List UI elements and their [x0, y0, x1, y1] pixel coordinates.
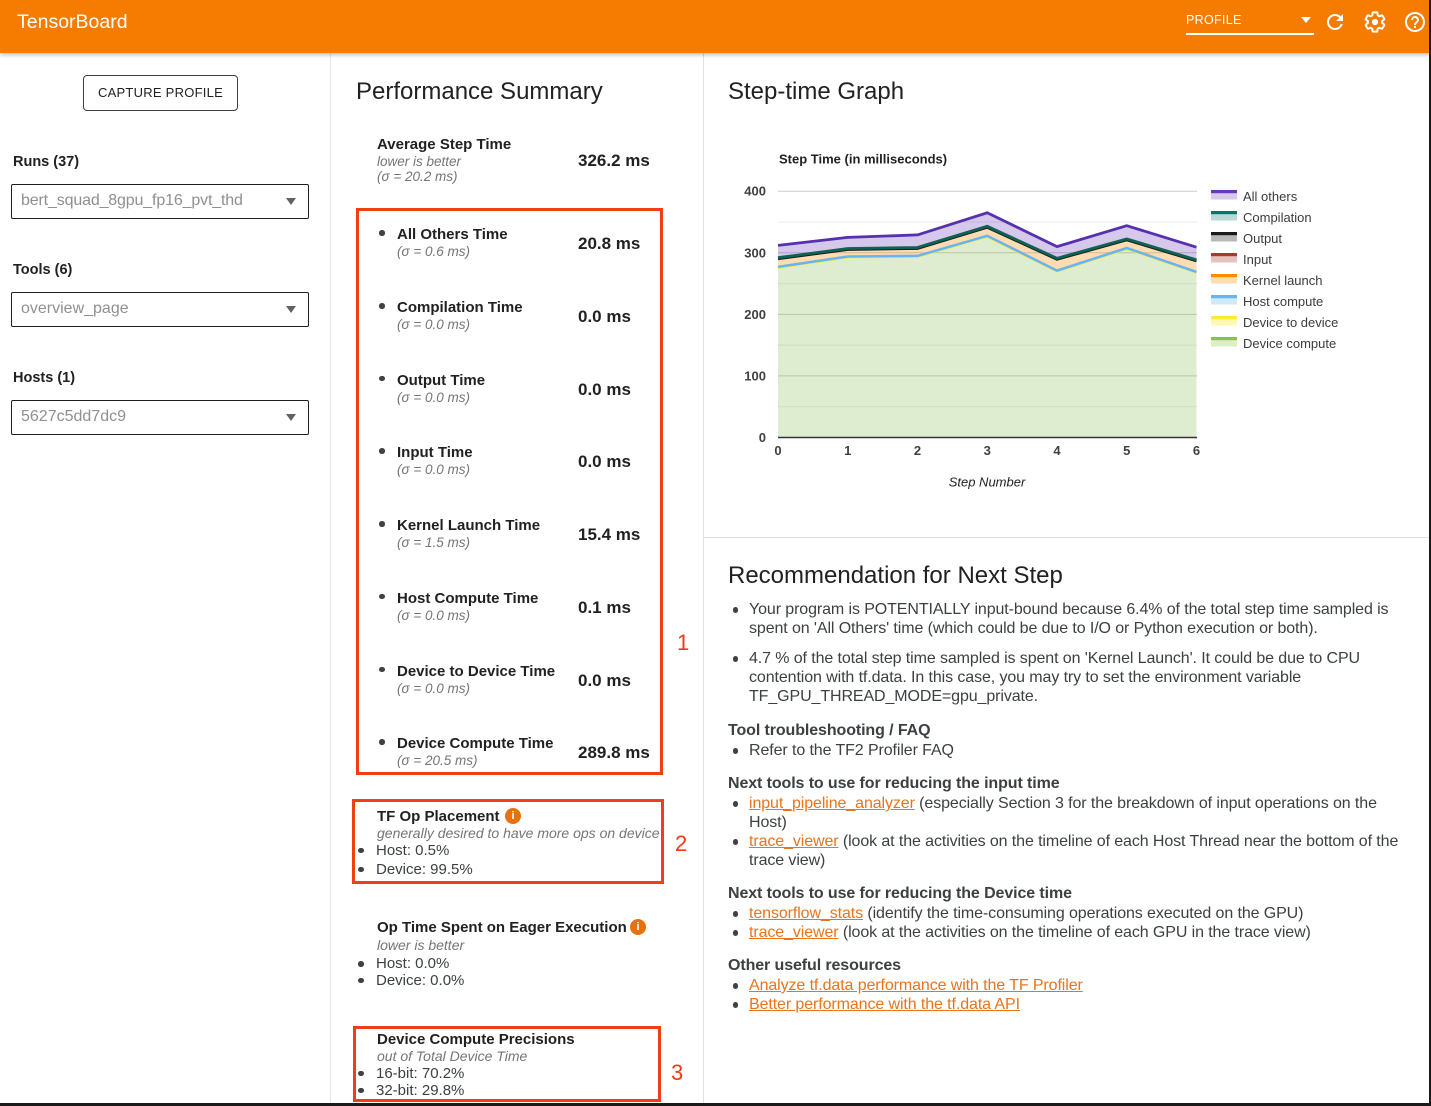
svg-text:Compilation: Compilation	[1243, 210, 1312, 225]
svg-text:0: 0	[759, 430, 766, 445]
svg-text:1: 1	[844, 443, 851, 458]
svg-text:400: 400	[744, 184, 766, 199]
svg-text:6: 6	[1193, 443, 1200, 458]
svg-text:Kernel launch: Kernel launch	[1243, 273, 1323, 288]
svg-text:0: 0	[774, 443, 781, 458]
svg-text:Step Time (in milliseconds): Step Time (in milliseconds)	[779, 152, 947, 167]
svg-text:5: 5	[1123, 443, 1130, 458]
svg-text:Host compute: Host compute	[1243, 294, 1323, 309]
svg-text:All others: All others	[1243, 189, 1298, 204]
svg-text:3: 3	[984, 443, 991, 458]
svg-text:Device to device: Device to device	[1243, 315, 1338, 330]
svg-text:100: 100	[744, 368, 766, 383]
svg-text:300: 300	[744, 245, 766, 260]
svg-text:Output: Output	[1243, 231, 1282, 246]
svg-text:Step Number: Step Number	[949, 475, 1026, 490]
svg-text:200: 200	[744, 307, 766, 322]
svg-text:Input: Input	[1243, 252, 1272, 267]
svg-text:2: 2	[914, 443, 921, 458]
svg-text:4: 4	[1053, 443, 1061, 458]
svg-text:Device compute: Device compute	[1243, 336, 1336, 351]
